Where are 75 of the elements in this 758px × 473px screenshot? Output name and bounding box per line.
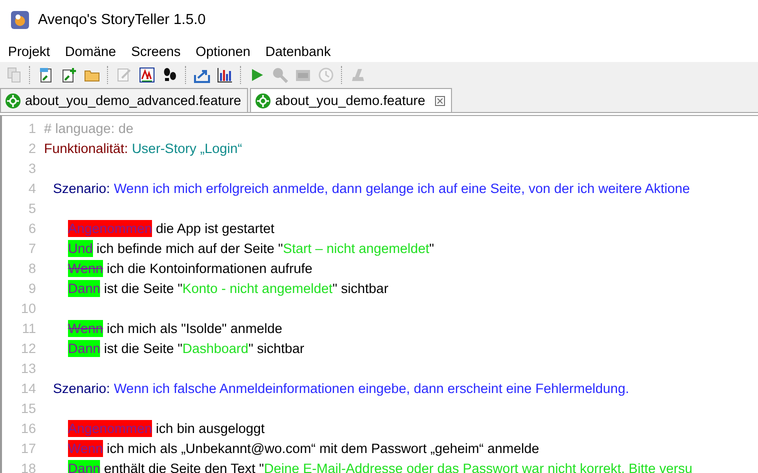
line-number: 8 xyxy=(27,260,36,276)
play-icon xyxy=(249,66,265,82)
line-number: 2 xyxy=(27,140,36,156)
title-text: Wenn ich falsche Anmeldeinformationen eingebe, dann erscheint eine Fehlermeldung. xyxy=(114,380,630,396)
menu-item[interactable]: Screens xyxy=(131,44,181,58)
add-file-icon xyxy=(61,66,77,82)
step-text: ich bin ausgeloggt xyxy=(156,420,265,436)
string-literal: Deine E-Mail-Addresse oder das Passwort war nicht korrekt. Bitte versu xyxy=(264,460,692,473)
stamp-icon xyxy=(350,66,366,82)
line-number: 5 xyxy=(27,200,36,216)
step-text: ich befinde mich auf der Seite " xyxy=(96,240,283,256)
line-number: 18 xyxy=(20,460,36,473)
step-text: ich mich als „Unbekannt@wo.com“ mit dem Passwort „geheim“ anmelde xyxy=(106,440,540,456)
line-number: 10 xyxy=(20,300,36,316)
search-icon xyxy=(272,66,288,82)
line-number: 1 xyxy=(27,120,36,136)
line-number: 12 xyxy=(20,340,36,356)
toolbar-button[interactable] xyxy=(137,64,157,84)
line-number: 6 xyxy=(27,220,36,236)
line-number: 17 xyxy=(20,440,36,456)
line-number: 15 xyxy=(20,400,36,416)
editor-tab[interactable]: about_you_demo_advanced.feature xyxy=(0,88,248,112)
keyword-text: Szenario: xyxy=(53,180,110,196)
text-style-icon xyxy=(139,66,155,82)
line-number: 4 xyxy=(27,180,36,196)
step-keyword: Und xyxy=(68,240,93,256)
line-number: 3 xyxy=(27,160,36,176)
menu-item[interactable]: Domäne xyxy=(65,44,116,58)
menu-item[interactable]: Projekt xyxy=(8,44,50,58)
app-logo-icon xyxy=(10,10,30,30)
step-text: ich mich als "Isolde" anmelde xyxy=(106,320,282,336)
footprints-icon xyxy=(162,66,178,82)
step-keyword: Dann xyxy=(68,340,100,356)
step-keyword: Wenn xyxy=(68,320,104,336)
copy-icon xyxy=(6,66,22,82)
step-keyword: Angenommen xyxy=(68,220,152,236)
step-text: ist die Seite " xyxy=(104,340,182,356)
step-text: " xyxy=(429,240,434,256)
bar-chart-icon xyxy=(217,66,233,82)
step-keyword: Dann xyxy=(68,280,100,296)
line-number: 11 xyxy=(20,320,36,336)
step-text: die App ist gestartet xyxy=(156,220,274,236)
gear-icon xyxy=(255,92,272,108)
menu-item[interactable]: Datenbank xyxy=(265,44,331,58)
menu-item[interactable]: Optionen xyxy=(196,44,250,58)
keyword-text: Funktionalität: xyxy=(44,140,128,156)
step-keyword: Wenn xyxy=(68,440,104,456)
step-keyword: Angenommen xyxy=(68,420,152,436)
line-number: 14 xyxy=(20,380,36,396)
window-title: Avenqo's StoryTeller 1.5.0 xyxy=(38,12,206,28)
line-number: 9 xyxy=(27,280,36,296)
comment-text: # language: de xyxy=(44,120,134,136)
clock-icon xyxy=(318,66,334,82)
step-text: ist die Seite " xyxy=(104,280,182,296)
keyword-text: Szenario: xyxy=(53,380,110,396)
close-icon[interactable] xyxy=(435,96,446,106)
step-text: ich die Kontoinformationen aufrufe xyxy=(106,260,312,276)
line-number: 7 xyxy=(27,240,36,256)
line-number: 16 xyxy=(20,420,36,436)
code-editor[interactable] xyxy=(0,115,758,473)
edit-icon xyxy=(116,66,132,82)
line-number: 13 xyxy=(20,360,36,376)
editor-tab[interactable]: about_you_demo.feature xyxy=(250,88,452,112)
step-keyword: Wenn xyxy=(68,260,104,276)
step-text: enthält die Seite den Text " xyxy=(104,460,264,473)
title-text: Wenn ich mich erfolgreich anmelde, dann gelange ich auf eine Seite, von der ich weitere Aktione xyxy=(114,180,690,196)
new-file-icon xyxy=(38,66,54,82)
string-literal: Dashboard xyxy=(182,340,248,356)
step-keyword: Dann xyxy=(68,460,100,473)
gear-icon xyxy=(5,92,21,108)
title-text: User-Story „Login“ xyxy=(132,140,242,156)
string-literal: Konto - nicht angemeldet xyxy=(182,280,332,296)
step-text: " sichtbar xyxy=(332,280,388,296)
string-literal: Start – nicht angemeldet xyxy=(282,240,430,256)
step-text: " sichtbar xyxy=(248,340,304,356)
